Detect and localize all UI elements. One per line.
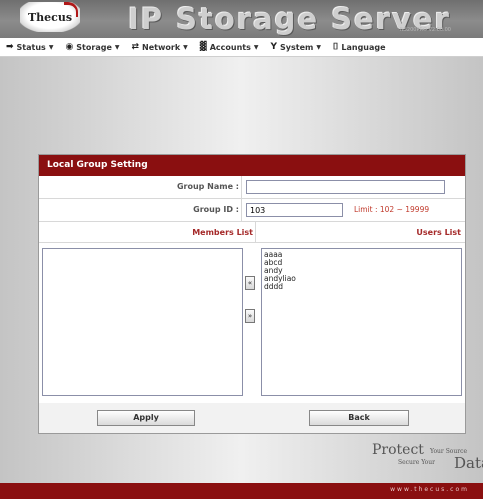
menu-language[interactable]: ⌷ Language	[333, 42, 386, 52]
remove-member-button[interactable]: »	[245, 309, 255, 323]
group-name-row: Group Name :	[39, 176, 465, 199]
group-id-label: Group ID :	[193, 205, 239, 214]
menu-network-label: Network	[142, 42, 181, 52]
chevron-down-icon: ▼	[114, 43, 120, 51]
thecus-logo: Thecus	[20, 2, 80, 32]
language-icon: ⌷	[332, 42, 339, 52]
group-id-input[interactable]	[246, 203, 343, 217]
main-menu: ➡ Status ▼ ◉ Storage ▼ ⇄ Network ▼ ▓ Acc…	[0, 38, 483, 57]
footer-bar: www.thecus.com	[0, 483, 483, 499]
tagline-secure-your: Secure Your	[398, 459, 435, 466]
firmware-version: N5200PRO V2.00.00	[400, 27, 451, 33]
group-id-row: Group ID : Limit : 102 ~ 19999	[39, 199, 465, 222]
users-list-label: Users List	[416, 228, 461, 237]
button-row: Apply Back	[39, 403, 465, 433]
back-button[interactable]: Back	[309, 410, 409, 426]
column-divider	[241, 199, 242, 221]
menu-system[interactable]: Y System ▼	[270, 42, 320, 52]
list-item[interactable]: andyliao	[264, 275, 459, 283]
list-item[interactable]: aaaa	[264, 251, 459, 259]
list-item[interactable]: abcd	[264, 259, 459, 267]
apply-button[interactable]: Apply	[97, 410, 195, 426]
app-header: Thecus IP Storage Server N5200PRO V2.00.…	[0, 0, 483, 38]
menu-status[interactable]: ➡ Status ▼	[6, 42, 53, 52]
footer-url[interactable]: www.thecus.com	[390, 486, 469, 493]
column-divider	[241, 176, 242, 198]
local-group-setting-panel: Local Group Setting Group Name : Group I…	[38, 154, 466, 434]
tagline-data: Data	[454, 454, 483, 472]
content-area: Local Group Setting Group Name : Group I…	[0, 57, 483, 483]
panel-title: Local Group Setting	[39, 155, 465, 176]
menu-storage[interactable]: ◉ Storage ▼	[65, 42, 119, 52]
users-icon: ▓	[199, 42, 207, 52]
members-list-label: Members List	[192, 228, 253, 237]
disk-icon: ◉	[65, 42, 74, 52]
network-icon: ⇄	[131, 42, 140, 52]
chevron-down-icon: ▼	[253, 43, 259, 51]
add-member-button[interactable]: «	[245, 276, 255, 290]
members-listbox[interactable]	[42, 248, 243, 396]
column-divider	[255, 222, 256, 242]
menu-system-label: System	[280, 42, 314, 52]
menu-network[interactable]: ⇄ Network ▼	[132, 42, 188, 52]
tagline-protect: Protect	[372, 442, 424, 458]
group-name-input[interactable]	[246, 180, 445, 194]
chevron-down-icon: ▼	[316, 43, 321, 51]
menu-accounts-label: Accounts	[209, 42, 251, 52]
menu-storage-label: Storage	[76, 42, 112, 52]
list-header-row: Members List Users List	[39, 222, 465, 243]
chevron-down-icon: ▼	[48, 43, 54, 51]
menu-accounts[interactable]: ▓ Accounts ▼	[200, 42, 259, 52]
group-name-label: Group Name :	[176, 182, 239, 191]
menu-status-label: Status	[16, 42, 46, 52]
signal-icon: ➡	[6, 42, 14, 52]
tools-icon: Y	[270, 42, 278, 52]
menu-language-label: Language	[341, 42, 386, 52]
group-id-limit-text: Limit : 102 ~ 19999	[354, 205, 430, 214]
list-item[interactable]: dddd	[264, 283, 459, 291]
logo-text: Thecus	[28, 11, 73, 24]
users-listbox[interactable]: aaaa abcd andy andyliao dddd	[261, 248, 462, 396]
chevron-down-icon: ▼	[183, 43, 188, 51]
